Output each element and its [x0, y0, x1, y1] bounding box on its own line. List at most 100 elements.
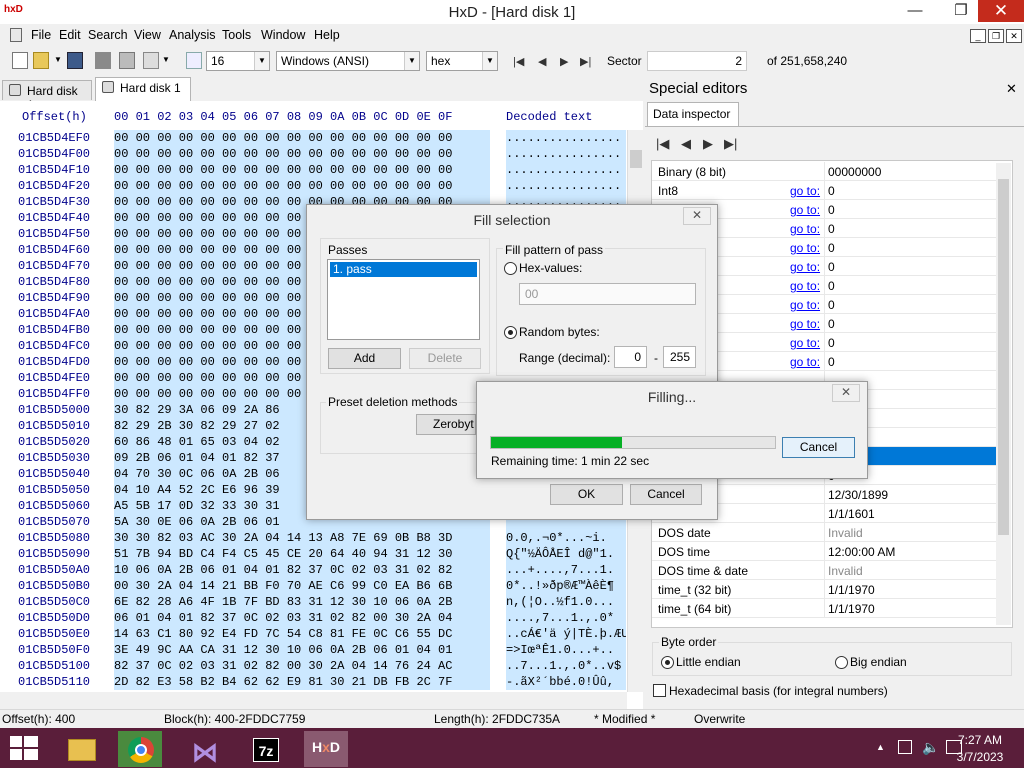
menu-help[interactable]: Help: [314, 28, 340, 42]
close-button[interactable]: ✕: [978, 0, 1024, 22]
inspector-row[interactable]: DOS date Invalid: [652, 523, 998, 542]
clock-date[interactable]: 3/7/2023: [950, 750, 1010, 764]
hex-row[interactable]: 06 01 04 01 82 37 0C 02 03 31 02 82 00 3…: [114, 610, 490, 626]
zerobytes-button[interactable]: Zerobyt: [416, 414, 476, 435]
decoded-row[interactable]: Q{"½ÄÔÅEÎ d@"1.: [506, 546, 626, 562]
save-icon[interactable]: [67, 52, 83, 69]
bytes-per-row-select[interactable]: 16 ▼: [206, 51, 270, 71]
decoded-row[interactable]: ....,7...1.,.0*: [506, 610, 626, 626]
special-editors-close-icon[interactable]: ✕: [1006, 81, 1017, 97]
goto-link[interactable]: go to:: [790, 203, 820, 217]
minimize-button[interactable]: —: [896, 0, 934, 22]
inspector-row[interactable]: time_t (32 bit) 1/1/1970: [652, 580, 998, 599]
last-sector-icon[interactable]: ▶|: [580, 55, 591, 68]
filling-cancel-button[interactable]: Cancel: [782, 437, 855, 458]
hex-row[interactable]: 2D 82 E3 58 B2 B4 62 62 E9 81 30 21 DB F…: [114, 674, 490, 690]
next-icon[interactable]: ▶: [703, 136, 713, 152]
decoded-row[interactable]: 0*..!»ðp®Æ™ÀêÈ¶: [506, 578, 626, 594]
hex-row[interactable]: 00 00 00 00 00 00 00 00 00 00 00 00 00 0…: [114, 130, 490, 146]
decoded-row[interactable]: ..7...1.,.0*..v$: [506, 658, 626, 674]
next-sector-icon[interactable]: ▶: [560, 55, 568, 68]
goto-link[interactable]: go to:: [790, 355, 820, 369]
fill-dialog-close-icon[interactable]: ✕: [683, 207, 711, 225]
open-folder-icon[interactable]: [33, 52, 49, 69]
decoded-row[interactable]: ................: [506, 130, 626, 146]
menu-view[interactable]: View: [134, 28, 161, 42]
previous-icon[interactable]: ◀: [681, 136, 691, 152]
inspector-row[interactable]: time_t (64 bit) 1/1/1970: [652, 599, 998, 618]
network-icon[interactable]: [898, 740, 912, 754]
chrome-icon[interactable]: [118, 731, 162, 767]
hex-row[interactable]: 3E 49 9C AA CA 31 12 30 10 06 0A 2B 06 0…: [114, 642, 490, 658]
inspector-scrollbar[interactable]: [996, 163, 1011, 625]
hex-row[interactable]: 00 00 00 00 00 00 00 00 00 00 00 00 00 0…: [114, 146, 490, 162]
new-file-icon[interactable]: [12, 52, 28, 69]
decoded-row[interactable]: ................: [506, 178, 626, 194]
inspector-row[interactable]: Int8 go to: 0: [652, 181, 998, 200]
close-file-icon[interactable]: [95, 52, 111, 69]
menu-tools[interactable]: Tools: [222, 28, 251, 42]
first-sector-icon[interactable]: |◀: [513, 55, 524, 68]
goto-link[interactable]: go to:: [790, 184, 820, 198]
hex-row[interactable]: 14 63 C1 80 92 E4 FD 7C 54 C8 81 FE 0C C…: [114, 626, 490, 642]
mdi-minimize-button[interactable]: _: [970, 29, 986, 43]
range-to-input[interactable]: 255: [663, 346, 696, 368]
clock-time[interactable]: 7:27 AM: [950, 733, 1010, 747]
file-explorer-icon[interactable]: [60, 731, 104, 767]
delete-pass-button[interactable]: Delete: [409, 348, 481, 369]
sector-input[interactable]: 2: [647, 51, 747, 71]
decoded-row[interactable]: =>IœªÊ1.0...+..: [506, 642, 626, 658]
decoded-row[interactable]: -.ãX²´bbé.0!Ûû,: [506, 674, 626, 690]
hex-row[interactable]: 00 00 00 00 00 00 00 00 00 00 00 00 00 0…: [114, 178, 490, 194]
charset-select[interactable]: Windows (ANSI) ▼: [276, 51, 420, 71]
decoded-row[interactable]: ...+....,7...1.: [506, 562, 626, 578]
passes-list[interactable]: 1. pass: [327, 259, 480, 340]
hex-row[interactable]: 82 37 0C 02 03 31 02 82 00 30 2A 04 14 7…: [114, 658, 490, 674]
7zip-icon[interactable]: 7z: [244, 731, 288, 767]
menu-file[interactable]: File: [31, 28, 51, 42]
hex-row[interactable]: 51 7B 94 BD C4 F4 C5 45 CE 20 64 40 94 3…: [114, 546, 490, 562]
tab-hard-disk-1-active[interactable]: Hard disk 1: [95, 77, 191, 101]
decoded-row[interactable]: n,(¦O..½f1.0...: [506, 594, 626, 610]
goto-link[interactable]: go to:: [790, 298, 820, 312]
chevron-down-icon[interactable]: ▼: [54, 55, 62, 64]
fill-cancel-button[interactable]: Cancel: [630, 484, 702, 505]
decoded-row[interactable]: ................: [506, 162, 626, 178]
goto-link[interactable]: go to:: [790, 279, 820, 293]
inspector-row[interactable]: Binary (8 bit) 00000000: [652, 162, 998, 181]
mdi-restore-button[interactable]: ❐: [988, 29, 1004, 43]
windows-start-icon[interactable]: [10, 736, 38, 760]
ok-button[interactable]: OK: [550, 484, 623, 505]
menu-window[interactable]: Window: [261, 28, 305, 42]
menu-search[interactable]: Search: [88, 28, 128, 42]
filling-dialog-close-icon[interactable]: ✕: [832, 384, 860, 402]
hex-row[interactable]: 10 06 0A 2B 06 01 04 01 82 37 0C 02 03 3…: [114, 562, 490, 578]
menu-analysis[interactable]: Analysis: [169, 28, 216, 42]
tab-data-inspector[interactable]: Data inspector: [647, 102, 739, 126]
hxd-taskbar-icon[interactable]: HxD: [304, 731, 348, 767]
hex-row[interactable]: 6E 82 28 A6 4F 1B 7F BD 83 31 12 30 10 0…: [114, 594, 490, 610]
volume-icon[interactable]: 🔈: [922, 739, 939, 756]
visual-studio-icon[interactable]: ⋈: [182, 731, 226, 767]
hex-values-radio[interactable]: [504, 262, 517, 275]
big-endian-radio[interactable]: [835, 656, 848, 669]
goto-link[interactable]: go to:: [790, 241, 820, 255]
chevron-down-icon[interactable]: ▼: [162, 55, 170, 64]
hex-horizontal-scrollbar[interactable]: [0, 692, 627, 709]
little-endian-radio[interactable]: [661, 656, 674, 669]
add-pass-button[interactable]: Add: [328, 348, 401, 369]
print-icon[interactable]: [119, 52, 135, 69]
pass-item[interactable]: 1. pass: [330, 262, 477, 277]
range-from-input[interactable]: 0: [614, 346, 647, 368]
restore-button[interactable]: ❐: [942, 0, 980, 22]
goto-link[interactable]: go to:: [790, 260, 820, 274]
previous-sector-icon[interactable]: ◀: [538, 55, 546, 68]
properties-icon[interactable]: [143, 52, 159, 69]
hex-basis-checkbox[interactable]: [653, 684, 666, 697]
random-bytes-radio[interactable]: [504, 326, 517, 339]
decoded-row[interactable]: ..cÁ€'ä ý|TÈ.þ.ÆU: [506, 626, 626, 642]
display-mode-select[interactable]: hex ▼: [426, 51, 498, 71]
inspector-row[interactable]: DOS time & date Invalid: [652, 561, 998, 580]
goto-link[interactable]: go to:: [790, 317, 820, 331]
first-icon[interactable]: |◀: [656, 136, 669, 152]
